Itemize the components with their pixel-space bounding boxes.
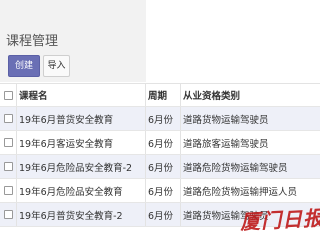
column-header-category[interactable]: 从业资格类别 xyxy=(183,84,320,106)
column-divider xyxy=(145,203,146,226)
table-row[interactable]: 19年6月普货安全教育 6月份 道路货物运输驾驶员 xyxy=(0,107,320,131)
qualification-category: 道路货物运输驾驶员 xyxy=(183,114,269,126)
select-all-cell xyxy=(0,84,16,106)
newspaper-watermark-logo: 厦门日报 xyxy=(239,205,320,235)
row-checkbox[interactable] xyxy=(3,210,13,219)
column-divider xyxy=(180,203,181,226)
column-divider xyxy=(180,84,181,106)
qualification-category: 道路危险货物运输押运人员 xyxy=(183,186,298,198)
qualification-category: 道路旅客运输驾驶员 xyxy=(183,138,269,150)
import-button[interactable]: 导入 xyxy=(43,55,70,77)
table-row[interactable]: 19年6月危险品安全教育-2 6月份 道路危险货物运输驾驶员 xyxy=(0,155,320,179)
course-name[interactable]: 19年6月普货安全教育-2 xyxy=(19,203,143,226)
course-name[interactable]: 19年6月普货安全教育 xyxy=(19,107,143,130)
row-select-cell xyxy=(0,203,16,226)
page-header: 课程管理 创建 导入 xyxy=(0,0,146,82)
row-select-cell xyxy=(0,155,16,178)
course-name[interactable]: 19年6月危险品安全教育 xyxy=(19,179,143,202)
column-header-period[interactable]: 周期 xyxy=(148,84,180,106)
row-select-cell xyxy=(0,131,16,154)
row-checkbox[interactable] xyxy=(3,114,13,123)
column-divider xyxy=(16,84,17,106)
column-divider xyxy=(180,131,181,154)
table-row[interactable]: 19年6月危险品安全教育 6月份 道路危险货物运输押运人员 xyxy=(0,179,320,203)
course-period: 6月份 xyxy=(148,114,174,126)
column-divider xyxy=(16,179,17,202)
column-header-name[interactable]: 课程名 xyxy=(19,84,143,106)
select-all-checkbox[interactable] xyxy=(3,90,13,100)
column-divider xyxy=(16,131,17,154)
column-divider xyxy=(16,155,17,178)
row-select-cell xyxy=(0,179,16,202)
course-name[interactable]: 19年6月客运安全教育 xyxy=(19,131,143,154)
column-divider xyxy=(145,155,146,178)
table-row[interactable]: 19年6月客运安全教育 6月份 道路旅客运输驾驶员 xyxy=(0,131,320,155)
row-checkbox[interactable] xyxy=(3,138,13,147)
column-divider xyxy=(145,131,146,154)
row-checkbox[interactable] xyxy=(3,186,13,195)
column-divider xyxy=(180,179,181,202)
row-select-cell xyxy=(0,107,16,130)
column-divider xyxy=(16,107,17,130)
qualification-category: 道路危险货物运输驾驶员 xyxy=(183,162,288,174)
column-divider xyxy=(180,155,181,178)
column-divider xyxy=(145,179,146,202)
column-divider xyxy=(16,203,17,226)
column-divider xyxy=(145,84,146,106)
course-period: 6月份 xyxy=(148,138,174,150)
course-period: 6月份 xyxy=(148,186,174,198)
course-period: 6月份 xyxy=(148,210,174,222)
column-divider xyxy=(145,107,146,130)
row-checkbox[interactable] xyxy=(3,162,13,171)
create-button[interactable]: 创建 xyxy=(8,55,40,77)
page-title: 课程管理 xyxy=(6,34,59,49)
course-name[interactable]: 19年6月危险品安全教育-2 xyxy=(19,155,143,178)
table-header-row: 课程名 周期 从业资格类别 xyxy=(0,84,320,107)
course-period: 6月份 xyxy=(148,162,174,174)
column-divider xyxy=(180,107,181,130)
